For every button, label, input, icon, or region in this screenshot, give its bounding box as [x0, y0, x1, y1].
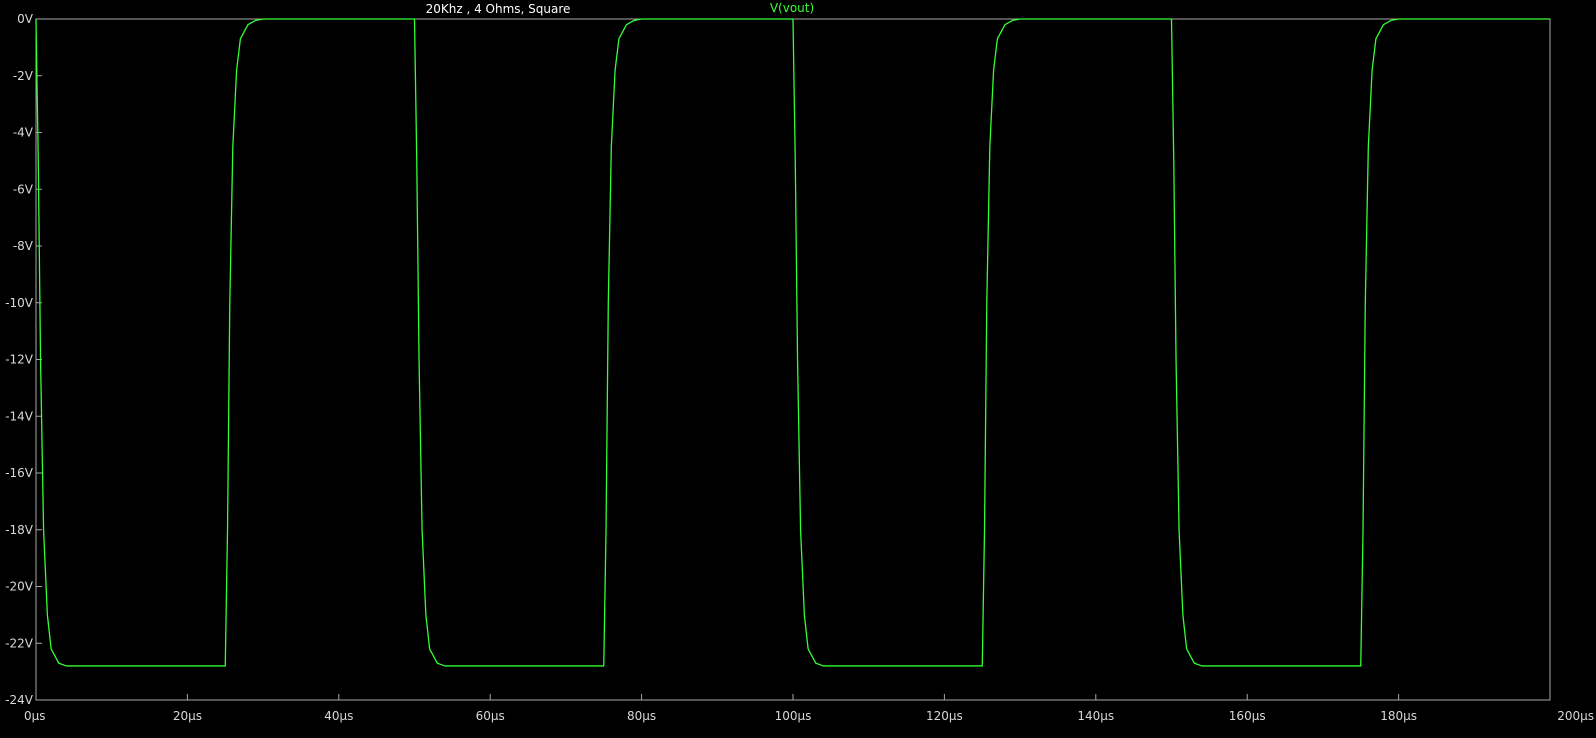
waveform-plot: 0V -2V -4V -6V -8V -10V -12V -14V -16V -18V -20V -2…	[0, 0, 1596, 738]
y-tick-label: 0V	[17, 12, 34, 26]
x-tick-label: 140µs	[1077, 709, 1114, 723]
x-tick-label: 40µs	[324, 709, 353, 723]
y-tick-label: -10V	[5, 296, 34, 310]
y-tick-label: -24V	[5, 693, 34, 707]
x-tick-label: 0µs	[24, 709, 46, 723]
y-tick-label: -14V	[5, 409, 34, 423]
y-tick-label: -2V	[13, 69, 34, 83]
chart-title: 20Khz , 4 Ohms, Square	[426, 2, 571, 16]
y-tick-label: -12V	[5, 353, 34, 367]
x-tick-label: 200µs	[1557, 709, 1594, 723]
y-tick-label: -16V	[5, 466, 34, 480]
x-tick-label: 100µs	[775, 709, 812, 723]
y-tick-label: -4V	[13, 126, 34, 140]
y-tick-label: -8V	[13, 239, 34, 253]
x-tick-label: 60µs	[476, 709, 505, 723]
x-tick-label: 160µs	[1229, 709, 1266, 723]
x-tick-label: 180µs	[1380, 709, 1417, 723]
x-tick-label: 120µs	[926, 709, 963, 723]
x-tick-label: 20µs	[173, 709, 202, 723]
y-tick-label: -20V	[5, 580, 34, 594]
y-tick-label: -6V	[13, 182, 34, 196]
trace-label-vout[interactable]: V(vout)	[770, 1, 814, 15]
y-tick-label: -18V	[5, 523, 34, 537]
y-tick-label: -22V	[5, 636, 34, 650]
x-tick-label: 80µs	[627, 709, 656, 723]
